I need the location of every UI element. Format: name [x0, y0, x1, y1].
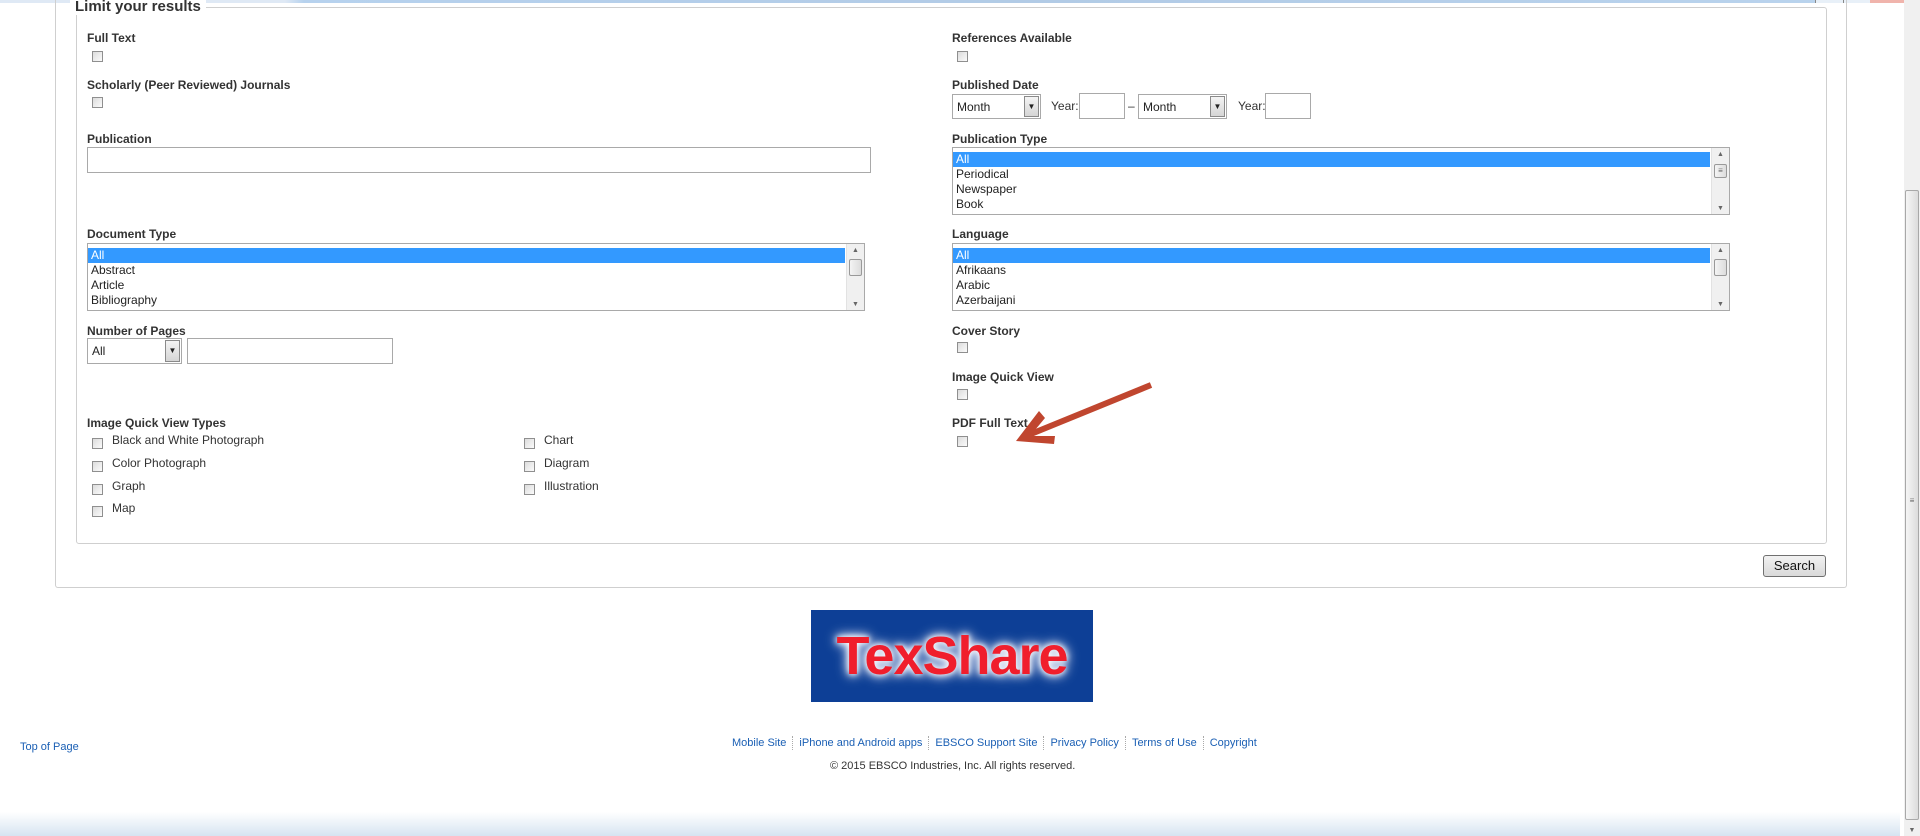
scroll-down-icon[interactable]: ▼: [847, 301, 864, 308]
from-month-value: Month: [957, 100, 991, 114]
to-year-label: Year:: [1238, 99, 1266, 113]
published-date-to-year-input[interactable]: [1265, 93, 1311, 119]
published-date-to-month-select[interactable]: Month ▼: [1138, 94, 1227, 119]
document-type-listbox[interactable]: All Abstract Article Bibliography ▲ ▼: [87, 243, 865, 311]
pdf-full-text-checkbox[interactable]: [957, 436, 968, 447]
document-type-option[interactable]: Abstract: [88, 263, 845, 278]
references-available-label: References Available: [952, 31, 1072, 45]
footer-link-apps[interactable]: iPhone and Android apps: [792, 736, 928, 750]
diagram-label: Diagram: [544, 456, 590, 470]
image-quick-view-checkbox[interactable]: [957, 389, 968, 400]
number-of-pages-select-value: All: [92, 344, 106, 358]
limit-results-legend: Limit your results: [70, 0, 206, 15]
illustration-checkbox[interactable]: [524, 484, 535, 495]
number-of-pages-input[interactable]: [187, 338, 393, 364]
map-checkbox[interactable]: [92, 506, 103, 517]
footer-link-privacy-policy[interactable]: Privacy Policy: [1043, 736, 1124, 750]
chevron-down-icon[interactable]: ▼: [165, 340, 180, 362]
language-option[interactable]: Azerbaijani: [953, 293, 1710, 308]
language-option[interactable]: All: [953, 248, 1710, 263]
image-quick-view-types-label: Image Quick View Types: [87, 416, 226, 430]
scroll-down-icon[interactable]: ▼: [1712, 205, 1729, 212]
grip-icon: ≡: [1909, 496, 1915, 505]
publication-label: Publication: [87, 132, 152, 146]
document-type-option[interactable]: Article: [88, 278, 845, 293]
full-text-checkbox[interactable]: [92, 51, 103, 62]
page-scroll-thumb[interactable]: ≡: [1905, 190, 1919, 820]
language-scrollbar[interactable]: ▲ ▼: [1711, 244, 1729, 310]
footer-link-mobile-site[interactable]: Mobile Site: [725, 736, 792, 750]
window-maximize-edge: [1843, 0, 1870, 3]
footer-links: Mobile Site iPhone and Android apps EBSC…: [725, 736, 1263, 750]
scroll-thumb[interactable]: ≡: [1714, 164, 1727, 178]
publication-type-option[interactable]: Book: [953, 197, 1710, 212]
illustration-label: Illustration: [544, 479, 599, 493]
top-of-page-link[interactable]: Top of Page: [20, 741, 79, 753]
number-of-pages-select[interactable]: All ▼: [87, 338, 182, 364]
published-date-label: Published Date: [952, 78, 1039, 92]
from-year-label: Year:: [1051, 99, 1079, 113]
black-white-photo-checkbox[interactable]: [92, 438, 103, 449]
graph-label: Graph: [112, 479, 146, 493]
image-quick-view-label: Image Quick View: [952, 370, 1054, 384]
copyright-text: © 2015 EBSCO Industries, Inc. All rights…: [830, 760, 1076, 772]
scholarly-label: Scholarly (Peer Reviewed) Journals: [87, 78, 291, 92]
references-available-checkbox[interactable]: [957, 51, 968, 62]
chart-label: Chart: [544, 433, 574, 447]
document-type-scrollbar[interactable]: ▲ ▼: [846, 244, 864, 310]
cover-story-label: Cover Story: [952, 324, 1021, 338]
scroll-down-icon[interactable]: ▼: [1712, 301, 1729, 308]
search-button[interactable]: Search: [1763, 555, 1826, 577]
language-listbox[interactable]: All Afrikaans Arabic Azerbaijani ▲ ▼: [952, 243, 1730, 311]
to-month-value: Month: [1143, 100, 1177, 114]
texshare-logo: TexShare: [811, 610, 1093, 702]
full-text-label: Full Text: [87, 31, 136, 45]
number-of-pages-label: Number of Pages: [87, 324, 186, 338]
publication-input[interactable]: [87, 147, 871, 173]
publication-type-option[interactable]: All: [953, 152, 1710, 167]
map-label: Map: [112, 501, 136, 515]
document-type-label: Document Type: [87, 227, 177, 241]
scroll-up-icon[interactable]: ▲: [847, 247, 864, 254]
language-option[interactable]: Afrikaans: [953, 263, 1710, 278]
chevron-down-icon[interactable]: ▼: [1024, 96, 1039, 117]
chart-checkbox[interactable]: [524, 438, 535, 449]
footer-link-copyright[interactable]: Copyright: [1202, 736, 1263, 750]
footer-link-terms-of-use[interactable]: Terms of Use: [1124, 736, 1203, 750]
graph-checkbox[interactable]: [92, 484, 103, 495]
language-option[interactable]: Arabic: [953, 278, 1710, 293]
scroll-down-icon[interactable]: ▼: [1904, 827, 1920, 834]
document-type-option[interactable]: Bibliography: [88, 293, 845, 308]
language-label: Language: [952, 227, 1009, 241]
page-scrollbar[interactable]: ≡ ▼: [1904, 0, 1920, 836]
scroll-up-icon[interactable]: ▲: [1712, 151, 1729, 158]
document-type-option[interactable]: All: [88, 248, 845, 263]
publication-type-scrollbar[interactable]: ▲ ≡ ▼: [1711, 148, 1729, 214]
chevron-down-icon[interactable]: ▼: [1210, 96, 1225, 117]
color-photo-label: Color Photograph: [112, 456, 207, 470]
publication-type-option[interactable]: Newspaper: [953, 182, 1710, 197]
publication-type-option[interactable]: Periodical: [953, 167, 1710, 182]
scroll-up-icon[interactable]: ▲: [1712, 247, 1729, 254]
texshare-logo-text: TexShare: [836, 626, 1068, 686]
scroll-thumb[interactable]: [1714, 259, 1727, 276]
scholarly-checkbox[interactable]: [92, 97, 103, 108]
published-date-from-month-select[interactable]: Month ▼: [952, 94, 1041, 119]
footer-link-support-site[interactable]: EBSCO Support Site: [928, 736, 1043, 750]
publication-type-listbox[interactable]: All Periodical Newspaper Book ▲ ≡ ▼: [952, 147, 1730, 215]
bottom-gradient-strip: [0, 812, 1900, 836]
pdf-full-text-label: PDF Full Text: [952, 416, 1028, 430]
date-range-separator: –: [1128, 99, 1135, 113]
diagram-checkbox[interactable]: [524, 461, 535, 472]
cover-story-checkbox[interactable]: [957, 342, 968, 353]
published-date-from-year-input[interactable]: [1079, 93, 1125, 119]
scroll-thumb[interactable]: [849, 259, 862, 276]
black-white-photo-label: Black and White Photograph: [112, 433, 265, 447]
publication-type-label: Publication Type: [952, 132, 1048, 146]
color-photo-checkbox[interactable]: [92, 461, 103, 472]
